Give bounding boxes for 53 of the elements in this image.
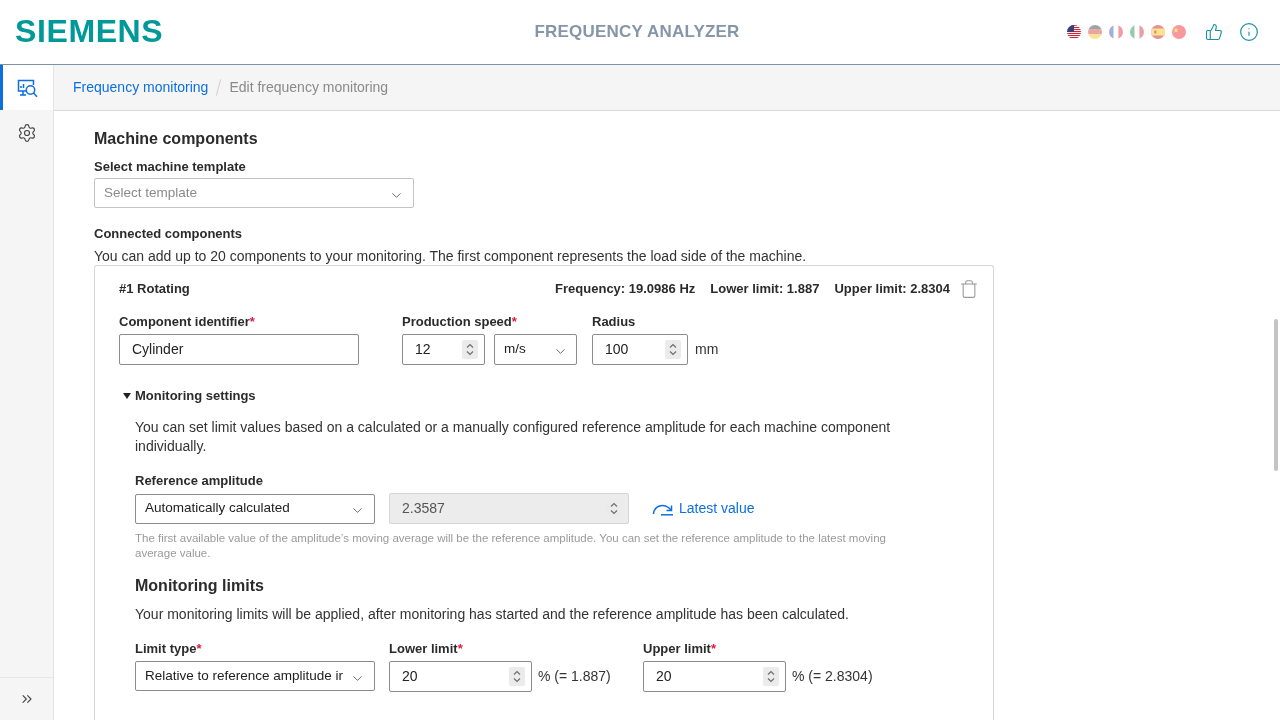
field-label: Limit type* — [135, 640, 203, 658]
field-label: Reference amplitude — [135, 472, 264, 490]
component-stat: Upper limit: 2.8304 — [834, 280, 950, 299]
number-field[interactable]: 20 — [643, 661, 786, 692]
stepper-icon[interactable] — [462, 340, 478, 359]
stepper-icon[interactable] — [763, 667, 779, 686]
field-label: Upper limit* — [643, 640, 717, 658]
field-label: Production speed* — [402, 313, 518, 331]
text-field[interactable]: Cylinder — [119, 334, 359, 365]
limit-result: % (= 2.8304) — [792, 667, 873, 686]
field-label: Radius — [592, 313, 637, 331]
monitor-search-icon — [15, 77, 38, 98]
german-flag-icon[interactable] — [1088, 25, 1102, 39]
stepper-icon[interactable] — [665, 340, 681, 359]
trash-icon[interactable] — [959, 279, 979, 299]
template-select[interactable]: Select template — [94, 178, 414, 208]
number-field[interactable]: 20 — [389, 661, 532, 692]
field-label: Component identifier* — [119, 313, 256, 331]
section-heading: Monitoring limits — [135, 576, 265, 596]
limit-result: % (= 1.887) — [538, 667, 611, 686]
italian-flag-icon[interactable] — [1130, 25, 1144, 39]
section-toggle[interactable]: Monitoring settings — [135, 386, 256, 406]
field-label: Select machine template — [94, 158, 247, 176]
component-stat: Lower limit: 1.887 — [710, 280, 820, 299]
component-title: #1 Rotating — [119, 280, 190, 299]
thumbs-up-icon[interactable] — [1205, 23, 1223, 41]
select-field[interactable]: Relative to reference amplitude ir — [135, 661, 375, 691]
chinese-flag-icon[interactable] — [1172, 25, 1186, 39]
breadcrumb-link[interactable]: Frequency monitoring — [73, 77, 209, 98]
sidebar-item[interactable] — [0, 65, 53, 110]
scrollbar[interactable] — [1274, 319, 1278, 471]
unit-label: mm — [695, 340, 719, 359]
logo: SIEMENS — [15, 13, 164, 49]
french-flag-icon[interactable] — [1109, 25, 1123, 39]
caret-down-icon[interactable] — [123, 392, 131, 400]
number-field[interactable]: 100 — [592, 334, 688, 365]
app-title: FREQUENCY ANALYZER — [534, 21, 740, 44]
section-description: You can set limit values based on a calculated or a manually configured reference amplitude for each machine component individually. — [135, 418, 892, 456]
breadcrumb-current: Edit frequency monitoring — [229, 78, 389, 97]
unit-select[interactable]: m/s — [494, 334, 577, 365]
section-heading: Machine components — [94, 129, 259, 149]
us-flag-icon[interactable] — [1067, 25, 1081, 39]
stepper-icon[interactable] — [509, 667, 525, 686]
hint-text: The first available value of the amplitude’s moving average will be the reference amplitude. You can set the reference amplitude to the latest moving average value. — [135, 531, 887, 561]
spanish-flag-icon[interactable] — [1151, 25, 1165, 39]
info-icon[interactable] — [1239, 22, 1259, 42]
settings-icon — [16, 122, 37, 143]
section-description: You can add up to 20 components to your monitoring. The first component represents the load side of the machine. — [94, 247, 808, 265]
number-field[interactable]: 12 — [402, 334, 485, 365]
component-stat: Frequency: 19.0986 Hz — [555, 280, 696, 299]
field-label: Lower limit* — [389, 640, 464, 658]
section-description: Your monitoring limits will be applied, after monitoring has started and the reference amplitude has been calculated. — [135, 605, 850, 623]
field-label: Connected components — [94, 225, 244, 243]
